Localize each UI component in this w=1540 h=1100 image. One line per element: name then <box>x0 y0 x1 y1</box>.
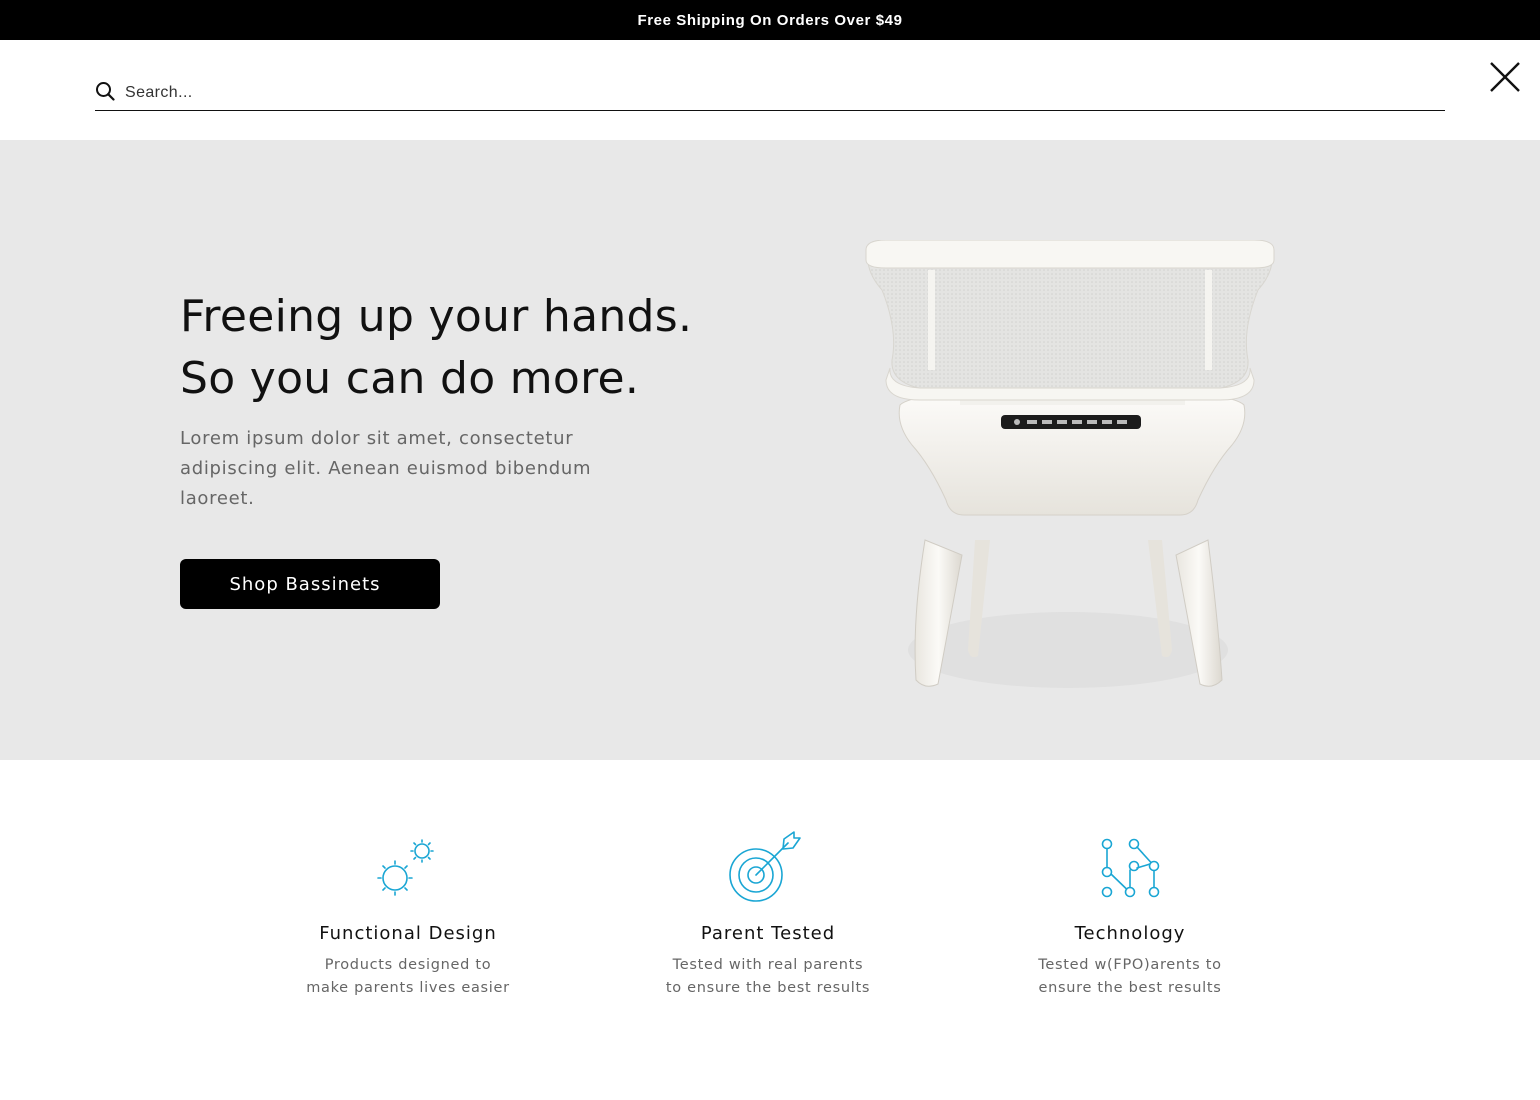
bassinet-product-image <box>865 240 1275 688</box>
hero-title-line-1: Freeing up your hands. <box>180 291 693 342</box>
feature-description: Tested with real parents to ensure the b… <box>618 954 918 1000</box>
feature-description-line-1: Tested with real parents <box>672 957 864 973</box>
feature-description: Products designed to make parents lives … <box>258 954 558 1000</box>
feature-title: Functional Design <box>319 923 497 944</box>
search-input[interactable] <box>125 80 1425 106</box>
announcement-bar: Free Shipping On Orders Over $49 <box>0 0 1540 40</box>
sun-sparkle-icon <box>377 839 434 896</box>
hero-description-line-1: Lorem ipsum dolor sit amet, consectetur <box>180 428 574 449</box>
target-arrow-icon <box>729 831 801 902</box>
feature-title: Technology <box>1074 923 1186 944</box>
hero-description-line-3: laoreet. <box>180 488 255 509</box>
feature-functional-design: Functional Design Products designed to m… <box>258 830 558 1000</box>
feature-description-line-1: Products designed to <box>324 957 492 973</box>
feature-description-line-1: Tested w(FPO)arents to <box>1038 957 1222 973</box>
circuit-nodes-icon <box>1101 838 1160 898</box>
close-icon[interactable] <box>1488 60 1522 94</box>
announcement-text: Free Shipping On Orders Over $49 <box>637 11 903 29</box>
hero-description-line-2: adipiscing elit. Aenean euismod bibendum <box>180 458 592 479</box>
feature-technology: Technology Tested w(FPO)arents to ensure… <box>980 830 1280 1000</box>
shop-bassinets-button[interactable]: Shop Bassinets <box>180 559 440 609</box>
feature-description-line-2: make parents lives easier <box>306 980 510 996</box>
hero-title: Freeing up your hands. So you can do mor… <box>180 286 800 410</box>
hero-description: Lorem ipsum dolor sit amet, consectetur … <box>180 424 620 514</box>
search-field[interactable] <box>95 78 1445 111</box>
feature-parent-tested: Parent Tested Tested with real parents t… <box>618 830 918 1000</box>
features-section: Functional Design Products designed to m… <box>0 760 1540 1100</box>
search-icon <box>96 82 115 101</box>
feature-description: Tested w(FPO)arents to ensure the best r… <box>980 954 1280 1000</box>
feature-description-line-2: ensure the best results <box>1038 980 1222 996</box>
hero-title-line-2: So you can do more. <box>180 353 640 404</box>
hero-banner: Freeing up your hands. So you can do mor… <box>0 140 1540 760</box>
feature-description-line-2: to ensure the best results <box>665 980 871 996</box>
feature-title: Parent Tested <box>700 923 836 944</box>
